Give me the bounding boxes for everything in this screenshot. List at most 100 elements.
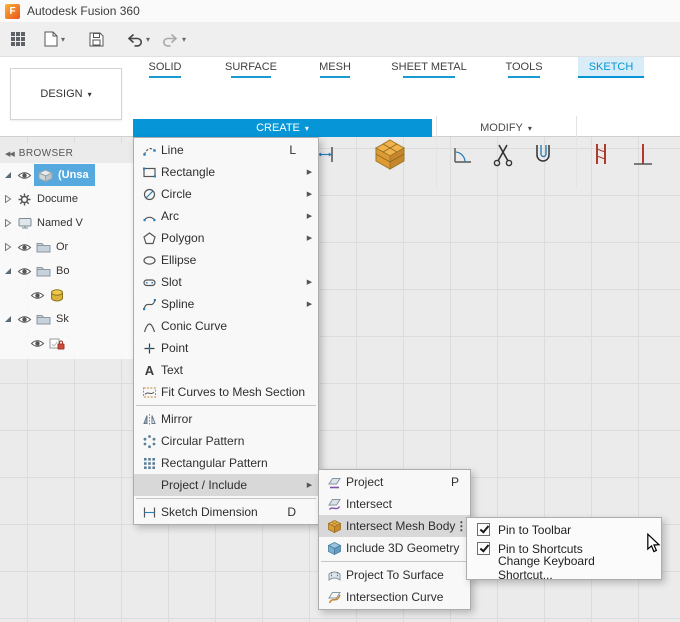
visibility-eye-icon[interactable]: [15, 266, 34, 277]
tool-perpendicular-constraint-icon[interactable]: [626, 136, 660, 172]
menu-item-ellipse[interactable]: Ellipse: [134, 249, 318, 271]
checkbox-checked-icon[interactable]: [477, 523, 490, 536]
line-icon: [137, 143, 161, 158]
expand-triangle-icon[interactable]: [0, 315, 15, 323]
context-item-change-keyboard-shortcut[interactable]: Change Keyboard Shortcut...: [467, 554, 661, 582]
rectangle-icon: [137, 165, 161, 180]
submenu-arrow-icon: [304, 481, 315, 489]
menu-item-line[interactable]: Line L: [134, 139, 318, 161]
undo-icon[interactable]: [122, 26, 154, 52]
design-dropdown-button[interactable]: DESIGN: [10, 68, 122, 120]
browser-item-sketch[interactable]: [0, 331, 133, 355]
menu-item-spline[interactable]: Spline: [134, 293, 318, 315]
save-icon[interactable]: [85, 26, 108, 52]
context-item-label: Change Keyboard Shortcut...: [498, 553, 595, 582]
create-menu: Line L Rectangle Circle Arc Polygon Elli…: [133, 137, 319, 525]
visibility-eye-icon[interactable]: [15, 314, 34, 325]
sketch-dimension-icon: [137, 505, 161, 520]
menu-item-project-include[interactable]: Project / Include: [134, 474, 318, 496]
menu-item-label: Intersection Curve: [346, 590, 444, 604]
slot-icon: [137, 275, 161, 290]
menu-separator: [136, 405, 316, 406]
app-grid-icon[interactable]: [6, 26, 30, 52]
visibility-eye-icon[interactable]: [15, 242, 34, 253]
tool-offset-icon[interactable]: [526, 136, 560, 172]
menu-separator: [321, 561, 468, 562]
menu-item-include-3d-geometry[interactable]: Include 3D Geometry: [319, 537, 470, 559]
tool-fillet-icon[interactable]: [446, 136, 480, 172]
menu-item-label: Slot: [161, 275, 182, 289]
visibility-eye-icon[interactable]: [28, 290, 47, 301]
menu-item-label: Intersect Mesh Body: [346, 519, 456, 533]
browser-header[interactable]: BROWSER: [0, 143, 133, 163]
menu-separator: [136, 498, 316, 499]
menu-item-circle[interactable]: Circle: [134, 183, 318, 205]
menu-item-arc[interactable]: Arc: [134, 205, 318, 227]
menu-item-intersect[interactable]: Intersect: [319, 493, 470, 515]
pin-options-context-menu: Pin to Toolbar Pin to Shortcuts Change K…: [466, 517, 662, 582]
spline-icon: [137, 297, 161, 312]
tool-horizontal-vertical-constraint-icon[interactable]: [584, 136, 618, 172]
visibility-eye-icon[interactable]: [28, 338, 47, 349]
browser-item-root[interactable]: (Unsa: [0, 163, 133, 187]
collapse-triangle-icon[interactable]: [0, 243, 15, 251]
tab-surface[interactable]: SURFACE: [218, 57, 284, 78]
menu-item-rectangle[interactable]: Rectangle: [134, 161, 318, 183]
menu-item-label: Ellipse: [161, 253, 197, 267]
browser-item-named-views[interactable]: Named V: [0, 211, 133, 235]
expand-triangle-icon[interactable]: [0, 171, 15, 179]
submenu-arrow-icon: [304, 212, 315, 220]
context-item-label: Pin to Toolbar: [498, 522, 572, 537]
gear-icon: [15, 193, 34, 206]
menu-item-project[interactable]: Project P: [319, 471, 470, 493]
tab-sketch[interactable]: SKETCH: [578, 57, 644, 78]
new-design-icon[interactable]: [40, 26, 69, 52]
tool-trim-icon[interactable]: [486, 136, 520, 172]
browser-title: BROWSER: [18, 147, 74, 159]
menu-item-polygon[interactable]: Polygon: [134, 227, 318, 249]
menu-item-mirror[interactable]: Mirror: [134, 408, 318, 430]
shortcut-label: L: [289, 143, 296, 157]
menu-item-label: Point: [161, 341, 189, 355]
browser-item-document-settings[interactable]: Docume: [0, 187, 133, 211]
collapse-browser-icon[interactable]: [5, 148, 19, 159]
menu-item-intersect-mesh-body[interactable]: Intersect Mesh Body: [319, 515, 470, 537]
redo-icon[interactable]: [158, 26, 190, 52]
tab-solid[interactable]: SOLID: [138, 57, 192, 78]
menu-item-text[interactable]: A Text: [134, 359, 318, 381]
menu-item-point[interactable]: Point: [134, 337, 318, 359]
menu-item-slot[interactable]: Slot: [134, 271, 318, 293]
collapse-triangle-icon[interactable]: [0, 219, 15, 227]
menu-item-fit-curves-to-mesh-section[interactable]: Fit Curves to Mesh Section: [134, 381, 318, 403]
menu-item-conic-curve[interactable]: Conic Curve: [134, 315, 318, 337]
context-item-pin-to-toolbar[interactable]: Pin to Toolbar: [467, 520, 661, 539]
selected-highlight: (Unsa: [34, 164, 95, 186]
menu-item-intersection-curve[interactable]: Intersection Curve: [319, 586, 470, 608]
create-dropdown-button[interactable]: CREATE: [133, 119, 432, 137]
tab-tools[interactable]: TOOLS: [498, 57, 550, 78]
submenu-arrow-icon: [304, 278, 315, 286]
modify-dropdown-button[interactable]: MODIFY: [437, 119, 575, 137]
mirror-icon: [137, 412, 161, 427]
browser-item-body[interactable]: [0, 283, 133, 307]
visibility-eye-icon[interactable]: [15, 170, 34, 181]
browser-item-origin[interactable]: Or: [0, 235, 133, 259]
menu-item-rectangular-pattern[interactable]: Rectangular Pattern: [134, 452, 318, 474]
expand-triangle-icon[interactable]: [0, 267, 15, 275]
tool-mesh-section-icon[interactable]: [368, 134, 412, 174]
menu-item-label: Intersect: [346, 497, 393, 511]
folder-icon: [34, 313, 53, 325]
menu-item-circular-pattern[interactable]: Circular Pattern: [134, 430, 318, 452]
menu-item-sketch-dimension[interactable]: Sketch Dimension D: [134, 501, 318, 523]
tab-sheet-metal[interactable]: SHEET METAL: [386, 57, 472, 78]
fusion-logo-icon: F: [5, 3, 20, 19]
design-label: DESIGN: [40, 88, 83, 100]
svg-text:A: A: [144, 363, 154, 378]
checkbox-checked-icon[interactable]: [477, 542, 490, 555]
menu-item-project-to-surface[interactable]: Project To Surface: [319, 564, 470, 586]
submenu-arrow-icon: [304, 190, 315, 198]
collapse-triangle-icon[interactable]: [0, 195, 15, 203]
tab-mesh[interactable]: MESH: [310, 57, 360, 78]
browser-item-bodies[interactable]: Bo: [0, 259, 133, 283]
browser-item-sketches[interactable]: Sk: [0, 307, 133, 331]
